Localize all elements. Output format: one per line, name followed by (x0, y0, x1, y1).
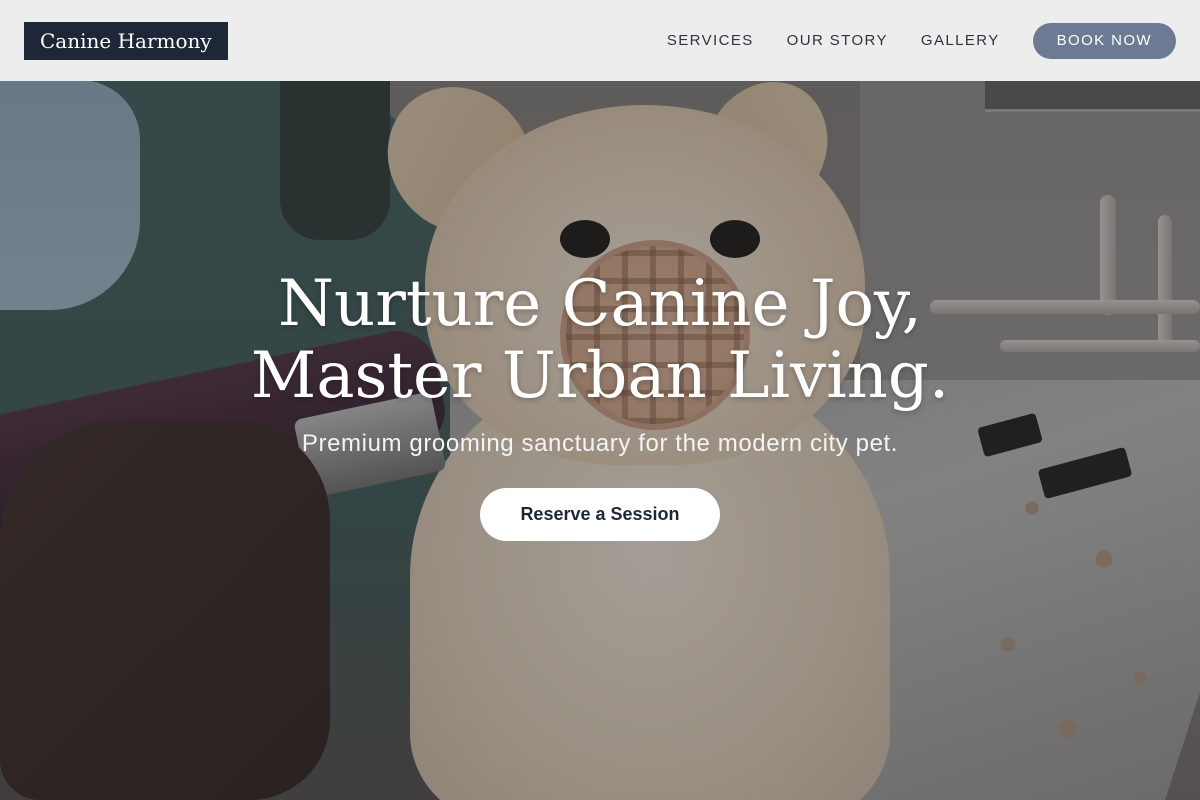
navbar: Canine Harmony SERVICES OUR STORY GALLER… (0, 0, 1200, 81)
hero-title-line-1: Nurture Canine Joy, (278, 267, 922, 341)
hero-subtitle: Premium grooming sanctuary for the moder… (301, 430, 899, 457)
nav-link-our-story[interactable]: OUR STORY (787, 32, 888, 49)
brand-logo[interactable]: Canine Harmony (24, 21, 228, 60)
reserve-session-button[interactable]: Reserve a Session (480, 488, 720, 541)
hero-content: Nurture Canine Joy, Master Urban Living.… (0, 268, 1200, 541)
hero-title-line-2: Master Urban Living. (250, 339, 950, 413)
book-now-button[interactable]: BOOK NOW (1032, 22, 1176, 59)
main-nav: SERVICES OUR STORY GALLERY BOOK NOW (667, 22, 1176, 59)
nav-link-gallery[interactable]: GALLERY (921, 32, 1000, 49)
hero-title: Nurture Canine Joy, Master Urban Living. (0, 268, 1200, 412)
nav-link-services[interactable]: SERVICES (667, 32, 754, 49)
